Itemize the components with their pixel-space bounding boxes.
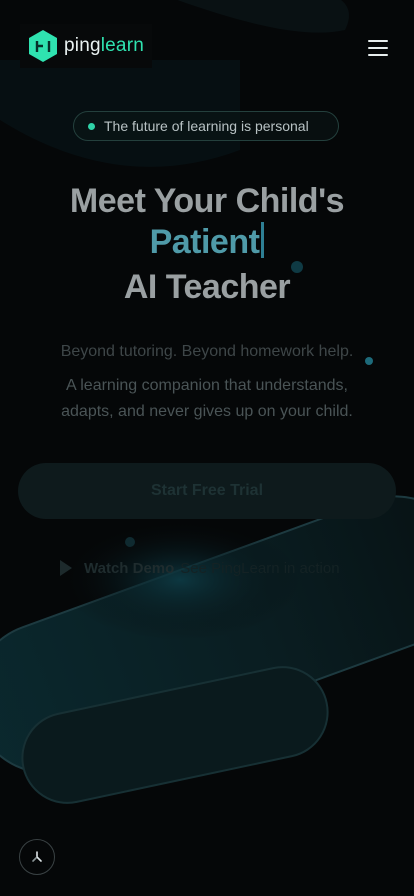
watch-demo-label: Watch Demo	[84, 559, 175, 577]
watch-demo-link[interactable]: Watch Demo See PingLearn in action	[60, 556, 340, 580]
watch-demo-sublabel: See PingLearn in action	[180, 559, 340, 577]
brand-logo[interactable]: pinglearn	[20, 24, 152, 68]
tagline-badge: The future of learning is personal	[73, 111, 339, 141]
play-icon	[60, 560, 72, 576]
menu-button[interactable]	[368, 38, 390, 58]
typing-cursor-icon	[261, 222, 265, 258]
hero-subtitle: Beyond tutoring. Beyond homework help.	[60, 343, 354, 360]
brand-name-prefix: ping	[64, 35, 101, 56]
brand-name: pinglearn	[64, 35, 144, 57]
hero-title-line1: Meet Your Child's	[69, 182, 345, 220]
loading-indicator[interactable]	[19, 839, 55, 875]
hero-description-line2: adapts, and never gives up on your child…	[61, 403, 353, 420]
hero-title-line3: AI Teacher	[123, 268, 291, 306]
hero-typed-word: Patient	[149, 223, 260, 261]
top-navigation: pinglearn	[0, 0, 414, 96]
hamburger-icon	[368, 40, 388, 42]
spinner-icon	[32, 851, 42, 862]
hero-title-line2: Patient	[0, 222, 414, 262]
logo-icon	[29, 30, 57, 62]
hero-description-line1: A learning companion that understands,	[66, 377, 348, 394]
hero-description: A learning companion that understands, a…	[0, 373, 414, 425]
tagline-text: The future of learning is personal	[104, 118, 309, 134]
start-trial-button[interactable]: Start Free Trial	[18, 463, 396, 519]
brand-name-suffix: learn	[100, 35, 144, 56]
status-dot-icon	[88, 122, 95, 130]
